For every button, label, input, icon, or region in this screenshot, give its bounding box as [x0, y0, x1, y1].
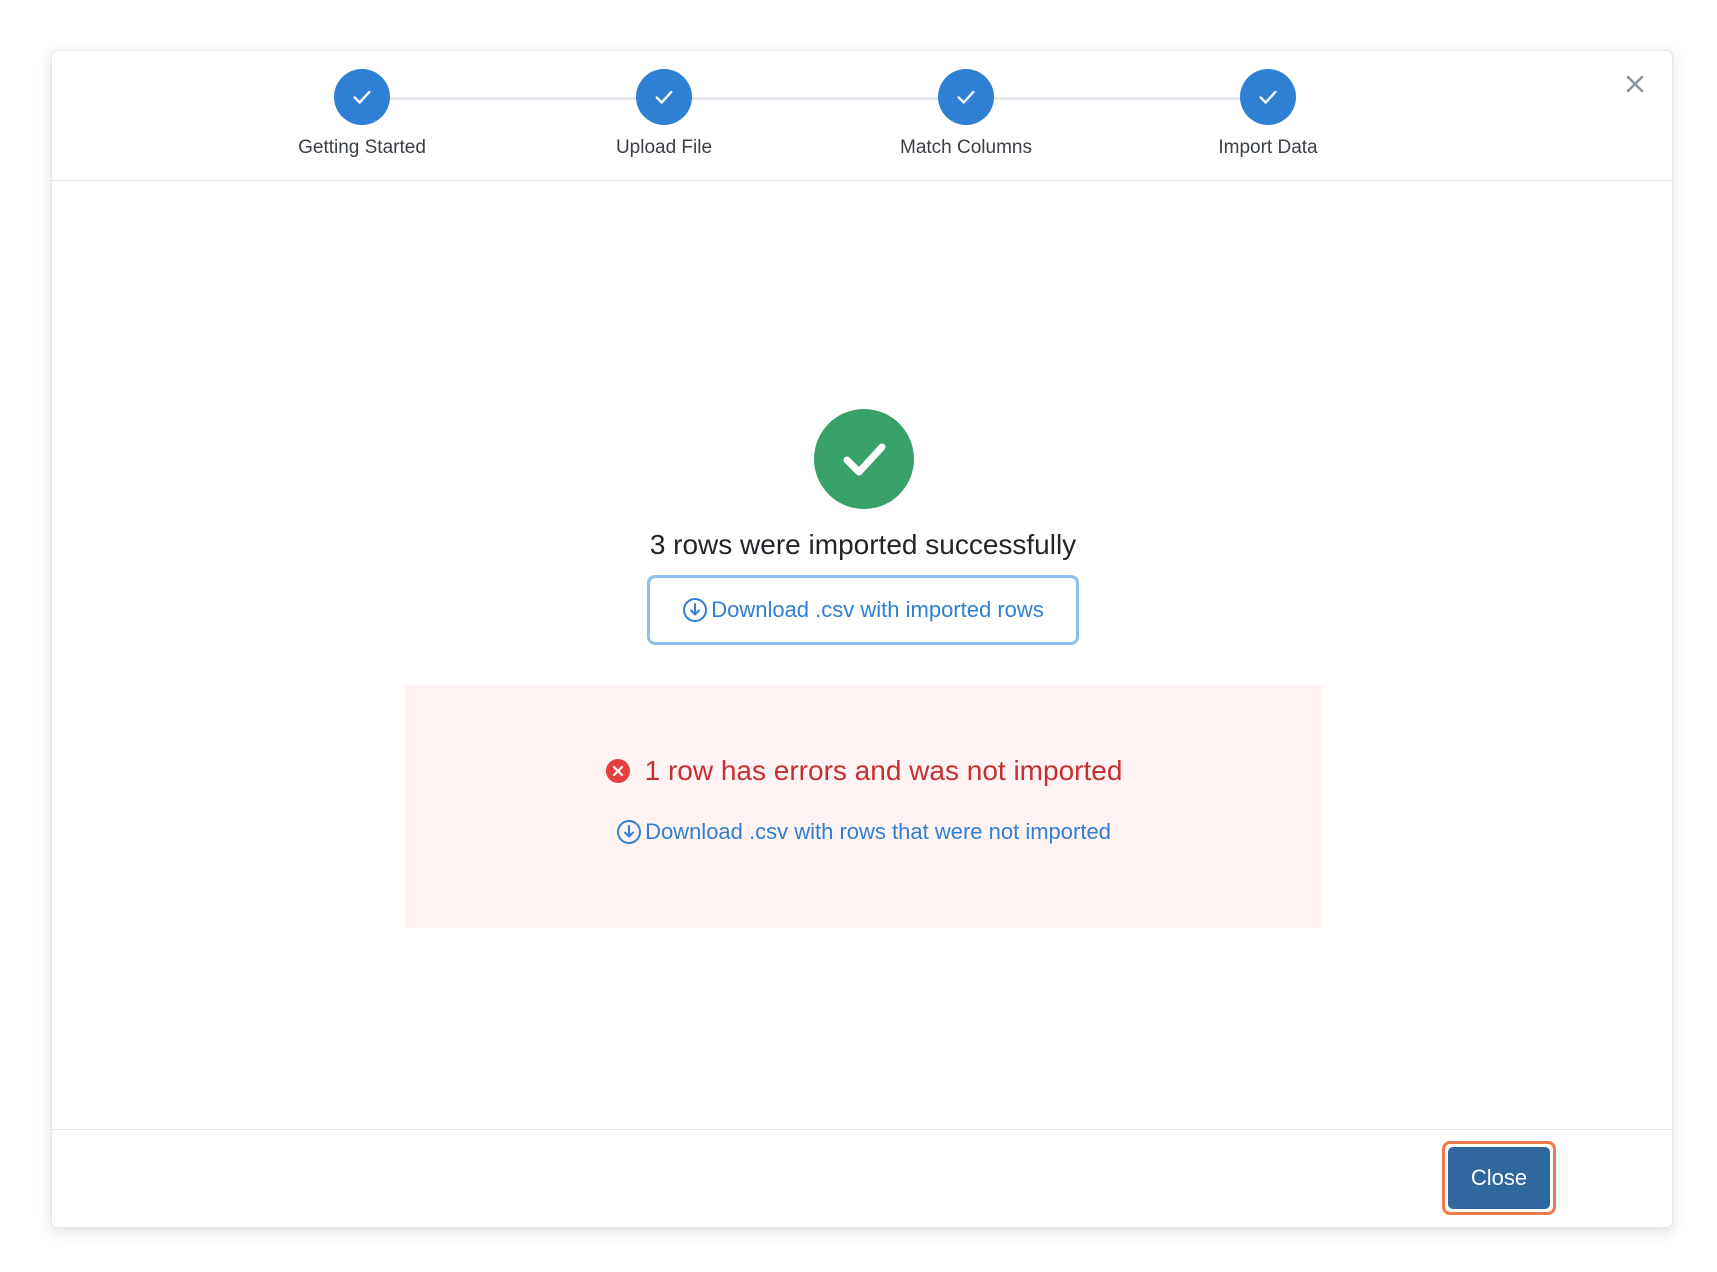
step-label: Upload File [615, 137, 713, 158]
check-circle-icon [843, 443, 886, 476]
step-import-data: Import Data [1158, 69, 1378, 159]
import-stepper: Getting Started Upload File Match Column… [52, 51, 1672, 180]
download-errors-label: Download .csv with rows that were not im… [645, 819, 1111, 844]
error-panel: 1 row has errors and was not imported Do… [405, 685, 1322, 928]
step-done-indicator [938, 69, 994, 125]
close-button[interactable]: Close [1448, 1147, 1550, 1209]
download-errors-link[interactable]: Download .csv with rows that were not im… [405, 819, 1322, 845]
step-done-indicator [1240, 69, 1296, 125]
download-imported-button[interactable]: Download .csv with imported rows [647, 575, 1079, 645]
download-circle-icon [682, 597, 708, 623]
step-upload-file: Upload File [554, 69, 774, 159]
close-icon [1626, 75, 1644, 93]
step-done-indicator [334, 69, 390, 125]
step-label: Match Columns [900, 137, 1032, 158]
success-indicator [814, 409, 914, 509]
step-label: Import Data [1218, 137, 1318, 158]
dialog-footer: Close [52, 1129, 1672, 1228]
step-label: Getting Started [298, 137, 426, 158]
check-icon [1259, 90, 1277, 104]
success-message: 3 rows were imported successfully [649, 529, 1077, 560]
error-summary: 1 row has errors and was not imported [405, 755, 1322, 787]
step-done-indicator [636, 69, 692, 125]
check-icon [957, 90, 975, 104]
close-button-focus-ring: Close [1442, 1141, 1556, 1215]
error-message: 1 row has errors and was not imported [644, 755, 1123, 786]
dialog-body: 3 rows were imported successfully Downlo… [52, 181, 1672, 1129]
step-getting-started: Getting Started [252, 69, 472, 159]
check-icon [353, 90, 371, 104]
dialog-close-button[interactable] [1620, 69, 1650, 99]
download-circle-icon [616, 819, 642, 845]
step-match-columns: Match Columns [856, 69, 1076, 159]
download-imported-label: Download .csv with imported rows [711, 597, 1044, 622]
x-circle-icon [605, 758, 631, 784]
import-dialog: Getting Started Upload File Match Column… [51, 50, 1673, 1228]
dialog-header: Getting Started Upload File Match Column… [52, 51, 1672, 181]
check-icon [655, 90, 673, 104]
